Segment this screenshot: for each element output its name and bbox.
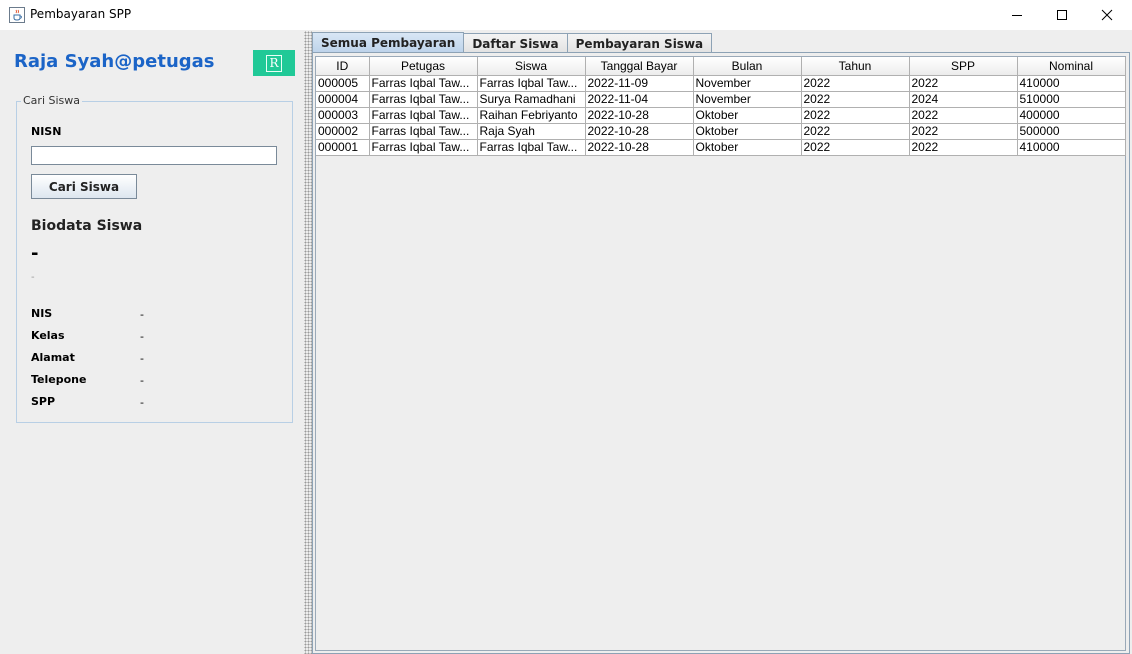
close-button[interactable] bbox=[1084, 0, 1130, 30]
column-header-spp[interactable]: SPP bbox=[909, 57, 1018, 76]
table-cell[interactable]: 2022 bbox=[801, 75, 910, 92]
biodata-title: Biodata Siswa bbox=[31, 218, 143, 234]
table-cell[interactable]: Oktober bbox=[693, 139, 802, 156]
column-header-tahun[interactable]: Tahun bbox=[801, 57, 910, 76]
table-cell[interactable]: 000004 bbox=[316, 91, 370, 108]
tab-pembayaran-siswa[interactable]: Pembayaran Siswa bbox=[566, 33, 713, 53]
table-row[interactable]: 000005 Farras Iqbal Taw... Farras Iqbal … bbox=[316, 75, 1126, 92]
table-cell[interactable]: Farras Iqbal Taw... bbox=[477, 75, 586, 92]
left-panel: Raja Syah@petugas R Cari Siswa NISN Cari… bbox=[0, 31, 304, 654]
field-label-nis: NIS bbox=[31, 307, 53, 320]
nisn-input[interactable] bbox=[31, 146, 277, 165]
field-label-spp: SPP bbox=[31, 395, 56, 408]
table-cell[interactable]: November bbox=[693, 75, 802, 92]
table-cell[interactable]: 2022 bbox=[801, 123, 910, 140]
field-value-kelas: - bbox=[140, 330, 144, 343]
minimize-icon bbox=[1012, 15, 1022, 16]
student-name: - bbox=[31, 243, 39, 264]
table-cell[interactable]: 410000 bbox=[1017, 75, 1126, 92]
table-cell[interactable]: Raihan Febriyanto bbox=[477, 107, 586, 124]
table-cell[interactable]: 2022-11-04 bbox=[585, 91, 694, 108]
table-cell[interactable]: Surya Ramadhani bbox=[477, 91, 586, 108]
field-label-telepone: Telepone bbox=[31, 373, 87, 386]
group-title: Cari Siswa bbox=[21, 94, 83, 107]
table-cell[interactable]: November bbox=[693, 91, 802, 108]
table-cell[interactable]: 2024 bbox=[909, 91, 1018, 108]
table-cell[interactable]: Farras Iqbal Taw... bbox=[369, 123, 478, 140]
table-cell[interactable]: Farras Iqbal Taw... bbox=[477, 139, 586, 156]
column-header-nominal[interactable]: Nominal bbox=[1017, 57, 1126, 76]
table-row[interactable]: 000001 Farras Iqbal Taw... Farras Iqbal … bbox=[316, 139, 1126, 156]
payments-table: ID Petugas Siswa Tanggal Bayar Bulan Tah… bbox=[316, 57, 1126, 156]
table-cell[interactable]: 2022 bbox=[801, 91, 910, 108]
table-row[interactable]: 000003 Farras Iqbal Taw... Raihan Febriy… bbox=[316, 107, 1126, 124]
table-cell[interactable]: 2022 bbox=[801, 139, 910, 156]
table-cell[interactable]: 2022-10-28 bbox=[585, 123, 694, 140]
column-header-siswa[interactable]: Siswa bbox=[477, 57, 586, 76]
nisn-label: NISN bbox=[31, 125, 62, 138]
column-header-petugas[interactable]: Petugas bbox=[369, 57, 478, 76]
table-cell[interactable]: 2022-11-09 bbox=[585, 75, 694, 92]
table-cell[interactable]: 2022 bbox=[909, 107, 1018, 124]
table-cell[interactable]: 400000 bbox=[1017, 107, 1126, 124]
minimize-button[interactable] bbox=[994, 0, 1040, 30]
maximize-icon bbox=[1057, 10, 1067, 20]
cari-siswa-group: Cari Siswa NISN Cari Siswa Biodata Siswa… bbox=[16, 94, 293, 423]
tab-daftar-siswa[interactable]: Daftar Siswa bbox=[463, 33, 568, 53]
column-header-id[interactable]: ID bbox=[316, 57, 370, 76]
table-row[interactable]: 000002 Farras Iqbal Taw... Raja Syah 202… bbox=[316, 123, 1126, 140]
payments-table-scrollpane[interactable]: ID Petugas Siswa Tanggal Bayar Bulan Tah… bbox=[315, 56, 1126, 651]
student-sub: - bbox=[31, 272, 35, 283]
table-cell[interactable]: 000002 bbox=[316, 123, 370, 140]
table-cell[interactable]: 500000 bbox=[1017, 123, 1126, 140]
table-cell[interactable]: 000003 bbox=[316, 107, 370, 124]
table-cell[interactable]: Raja Syah bbox=[477, 123, 586, 140]
cari-siswa-button[interactable]: Cari Siswa bbox=[31, 174, 137, 199]
table-cell[interactable]: Oktober bbox=[693, 107, 802, 124]
user-title: Raja Syah@petugas bbox=[14, 51, 215, 72]
title-bar: Pembayaran SPP bbox=[0, 0, 1132, 30]
right-panel: Semua Pembayaran Daftar Siswa Pembayaran… bbox=[312, 31, 1132, 654]
r-button-label: R bbox=[266, 54, 282, 72]
close-icon bbox=[1101, 9, 1113, 21]
split-pane-divider[interactable] bbox=[304, 31, 312, 654]
table-cell[interactable]: Farras Iqbal Taw... bbox=[369, 139, 478, 156]
field-label-kelas: Kelas bbox=[31, 329, 65, 342]
table-cell[interactable]: 000005 bbox=[316, 75, 370, 92]
table-row[interactable]: 000004 Farras Iqbal Taw... Surya Ramadha… bbox=[316, 91, 1126, 108]
maximize-button[interactable] bbox=[1039, 0, 1085, 30]
field-label-alamat: Alamat bbox=[31, 351, 75, 364]
java-cup-icon bbox=[9, 7, 25, 23]
tab-strip: Semua Pembayaran Daftar Siswa Pembayaran… bbox=[312, 32, 713, 53]
table-cell[interactable]: Oktober bbox=[693, 123, 802, 140]
table-cell[interactable]: 2022 bbox=[909, 139, 1018, 156]
tab-semua-pembayaran[interactable]: Semua Pembayaran bbox=[312, 32, 465, 53]
table-cell[interactable]: 000001 bbox=[316, 139, 370, 156]
window-title: Pembayaran SPP bbox=[30, 7, 132, 21]
field-value-alamat: - bbox=[140, 352, 144, 365]
field-value-telepone: - bbox=[140, 374, 144, 387]
tab-content: ID Petugas Siswa Tanggal Bayar Bulan Tah… bbox=[312, 52, 1130, 654]
field-value-spp: - bbox=[140, 396, 144, 409]
table-cell[interactable]: 410000 bbox=[1017, 139, 1126, 156]
table-header-row: ID Petugas Siswa Tanggal Bayar Bulan Tah… bbox=[316, 57, 1126, 76]
table-cell[interactable]: 2022 bbox=[801, 107, 910, 124]
table-cell[interactable]: 2022 bbox=[909, 123, 1018, 140]
table-cell[interactable]: 2022-10-28 bbox=[585, 107, 694, 124]
table-cell[interactable]: Farras Iqbal Taw... bbox=[369, 75, 478, 92]
field-value-nis: - bbox=[140, 308, 144, 321]
column-header-tanggal-bayar[interactable]: Tanggal Bayar bbox=[585, 57, 694, 76]
table-cell[interactable]: 2022-10-28 bbox=[585, 139, 694, 156]
column-header-bulan[interactable]: Bulan bbox=[693, 57, 802, 76]
table-cell[interactable]: 2022 bbox=[909, 75, 1018, 92]
table-cell[interactable]: 510000 bbox=[1017, 91, 1126, 108]
r-button[interactable]: R bbox=[253, 50, 295, 76]
table-cell[interactable]: Farras Iqbal Taw... bbox=[369, 91, 478, 108]
table-cell[interactable]: Farras Iqbal Taw... bbox=[369, 107, 478, 124]
